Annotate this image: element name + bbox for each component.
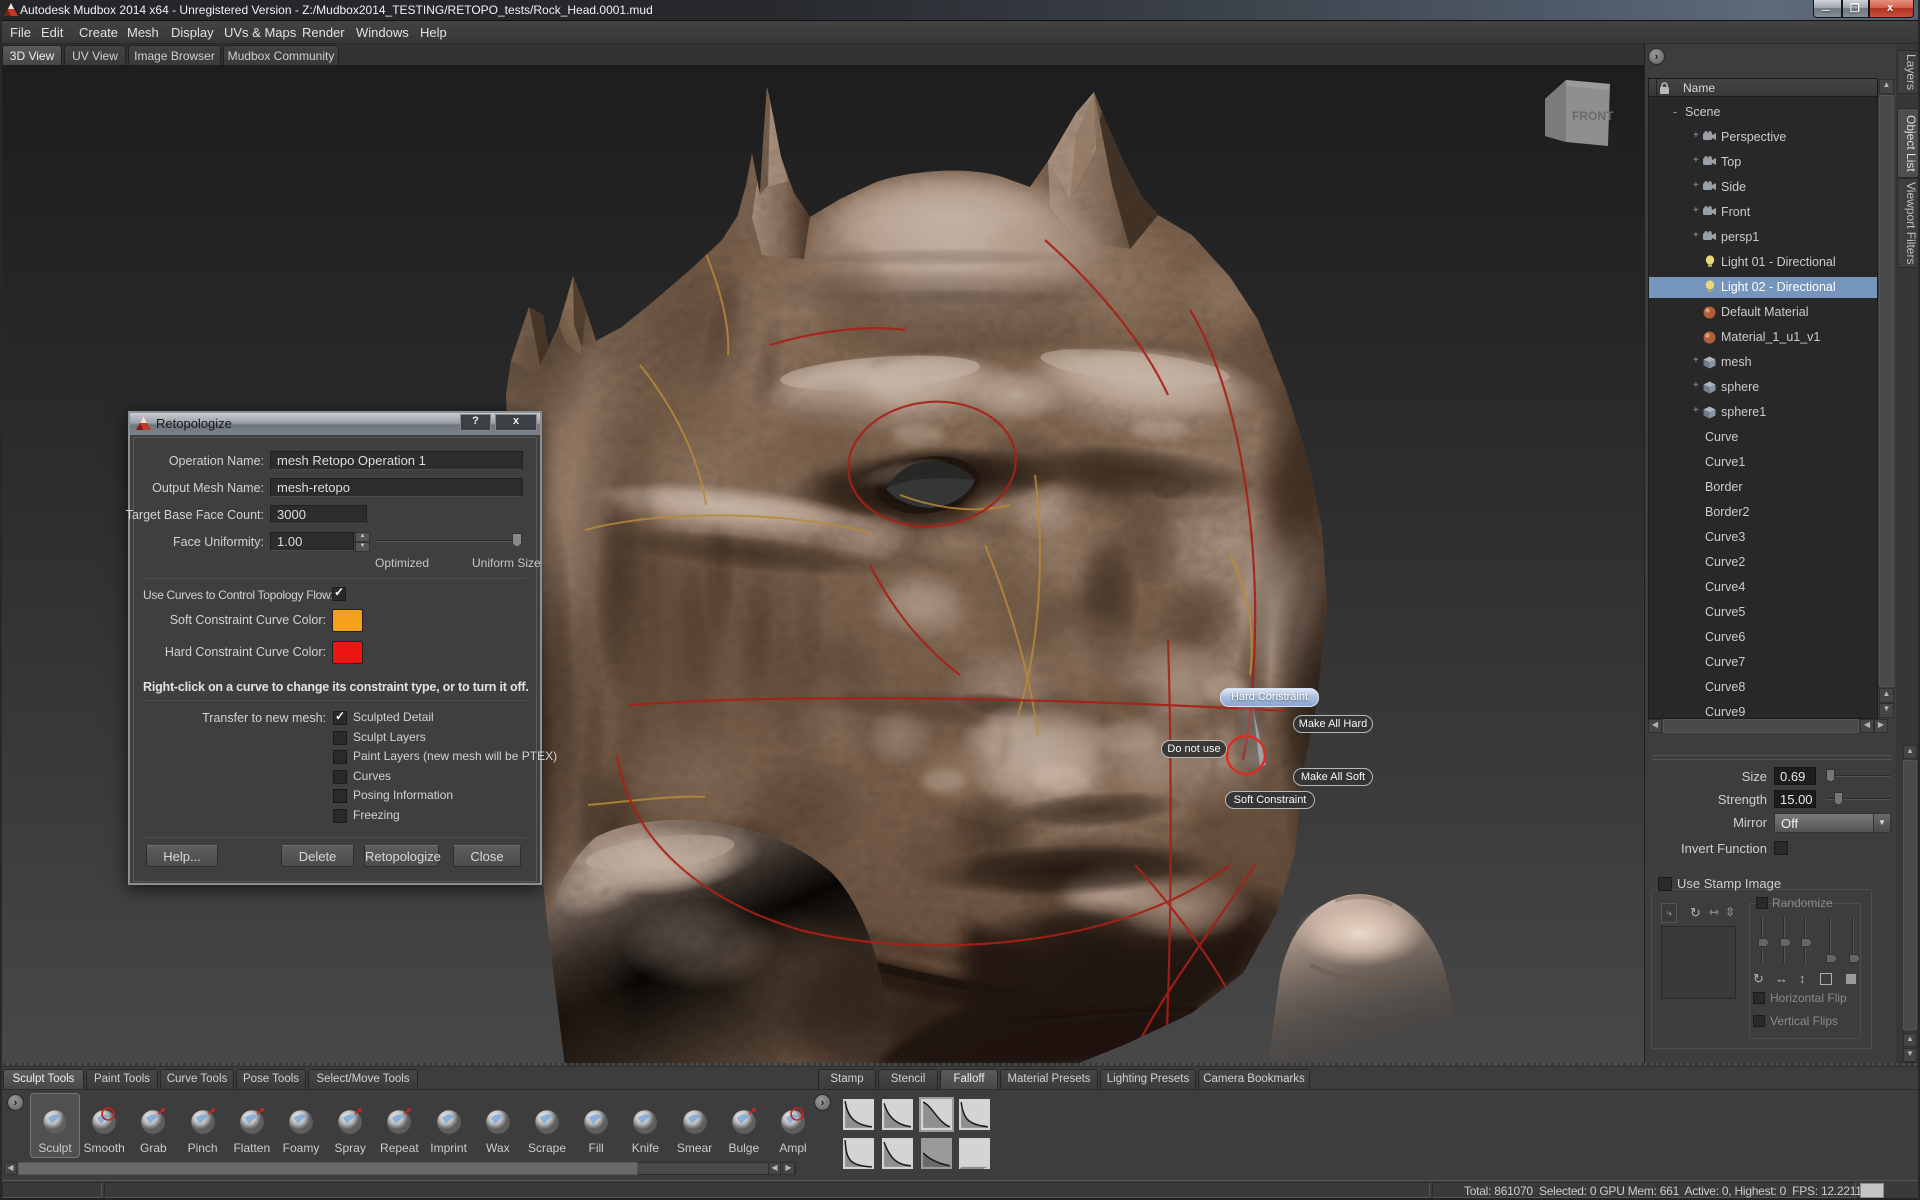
- svg-text:FRONT: FRONT: [1572, 109, 1614, 123]
